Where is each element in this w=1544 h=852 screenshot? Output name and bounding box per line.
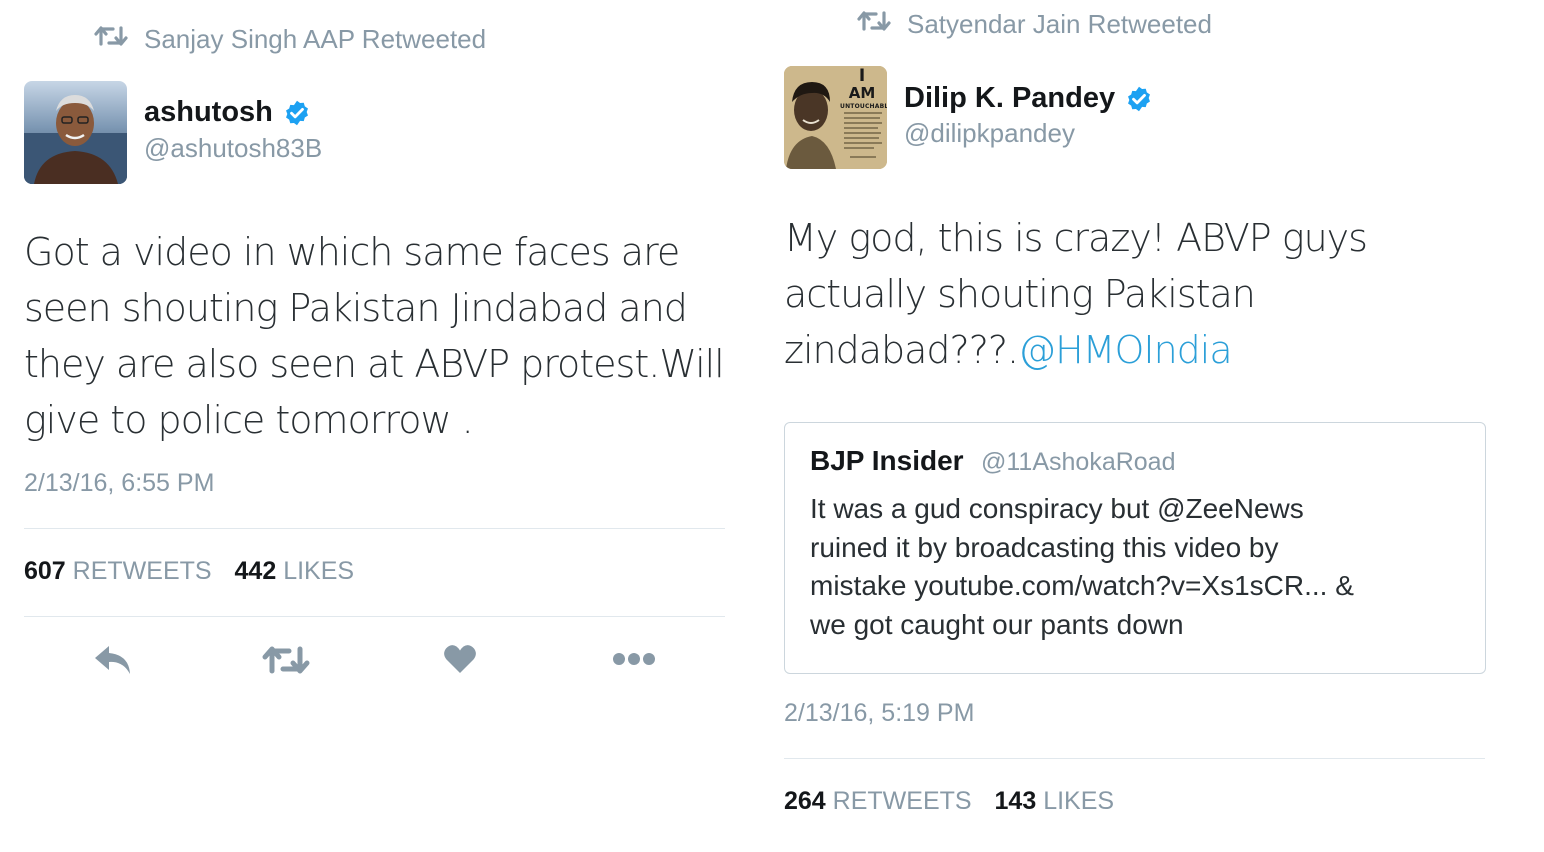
tweet-text-line: actually shouting Pakistan xyxy=(784,272,1256,316)
tweet-text-line: Got a video in which same faces are xyxy=(24,230,680,274)
retweeted-by-text: Sanjay Singh AAP Retweeted xyxy=(144,24,487,54)
quoted-text-line: we got caught our pants down xyxy=(810,608,1184,640)
author-handle[interactable]: @dilipkpandey xyxy=(904,118,1075,149)
more-icon[interactable] xyxy=(612,652,656,666)
tweet-text-line: zindabad???.@HMOIndia xyxy=(784,322,1504,378)
mention-link[interactable]: @HMOIndia xyxy=(1018,328,1233,372)
verified-badge-icon xyxy=(285,100,308,125)
likes-count[interactable]: 442 xyxy=(235,557,277,585)
retweets-count[interactable]: 264 xyxy=(784,787,826,815)
retweets-count[interactable]: 607 xyxy=(24,557,66,585)
tweet-text-line: give to police tomorrow . xyxy=(24,398,474,442)
divider xyxy=(784,758,1485,759)
quoted-tweet-text: It was a gud conspiracy but @ZeeNews rui… xyxy=(810,490,1470,644)
retweet-small-icon xyxy=(857,9,907,40)
avatar-caption-line: AM xyxy=(848,84,876,102)
avatar-caption-line: UNTOUCHABLE xyxy=(840,103,887,110)
quoted-author-name: BJP Insider xyxy=(810,445,964,476)
reply-icon[interactable] xyxy=(93,644,133,676)
tweet-text-line: seen shouting Pakistan Jindabad and xyxy=(24,286,688,330)
tweet-text: My god, this is crazy! ABVP guys actuall… xyxy=(784,210,1504,378)
retweets-label[interactable]: RETWEETS xyxy=(73,557,212,585)
tweet-text: Got a video in which same faces are seen… xyxy=(24,224,725,448)
retweet-icon[interactable] xyxy=(262,644,310,676)
retweeted-by-line[interactable]: Sanjay Singh AAP Retweeted xyxy=(94,24,486,55)
avatar[interactable] xyxy=(24,81,127,184)
timestamp[interactable]: 2/13/16, 6:55 PM xyxy=(24,469,214,498)
quoted-text-line: It was a gud conspiracy but @ZeeNews xyxy=(810,493,1304,524)
verified-badge-icon xyxy=(1128,86,1151,111)
likes-label[interactable]: LIKES xyxy=(283,557,354,585)
tweet-text-line: My god, this is crazy! ABVP guys xyxy=(784,216,1368,260)
avatar[interactable]: I AM UNTOUCHABLE xyxy=(784,66,887,169)
quoted-text-line: mistake youtube.com/watch?v=Xs1sCR... & xyxy=(810,570,1354,601)
author-name[interactable]: ashutosh xyxy=(144,96,311,129)
author-name[interactable]: Dilip K. Pandey xyxy=(904,82,1153,115)
tweet-stats: 607 RETWEETS 442 LIKES xyxy=(24,557,354,586)
author-name-text: ashutosh xyxy=(144,96,273,128)
avatar-caption-line: I xyxy=(858,66,866,86)
tweet-text-fragment: zindabad???. xyxy=(784,328,1019,372)
retweeted-by-line[interactable]: Satyendar Jain Retweeted xyxy=(857,9,1212,40)
author-handle[interactable]: @ashutosh83B xyxy=(144,133,322,164)
likes-label[interactable]: LIKES xyxy=(1043,787,1114,815)
author-name-text: Dilip K. Pandey xyxy=(904,82,1116,114)
tweet-stats: 264 RETWEETS 143 LIKES xyxy=(784,787,1114,816)
quoted-tweet[interactable]: BJP Insider @11AshokaRoad It was a gud c… xyxy=(784,422,1486,674)
quoted-text-line: ruined it by broadcasting this video by xyxy=(810,531,1279,563)
avatar-caption: I AM UNTOUCHABLE xyxy=(840,66,887,110)
retweet-small-icon xyxy=(94,24,144,55)
like-icon[interactable] xyxy=(443,643,477,675)
timestamp[interactable]: 2/13/16, 5:19 PM xyxy=(784,699,974,728)
quoted-author-handle: @11AshokaRoad xyxy=(981,448,1176,476)
divider xyxy=(24,616,725,617)
retweeted-by-text: Satyendar Jain Retweeted xyxy=(907,9,1212,39)
retweets-label[interactable]: RETWEETS xyxy=(833,787,972,815)
likes-count[interactable]: 143 xyxy=(995,787,1037,815)
tweet-text-line: they are also seen at ABVP protest.Will xyxy=(24,342,725,386)
divider xyxy=(24,528,725,529)
